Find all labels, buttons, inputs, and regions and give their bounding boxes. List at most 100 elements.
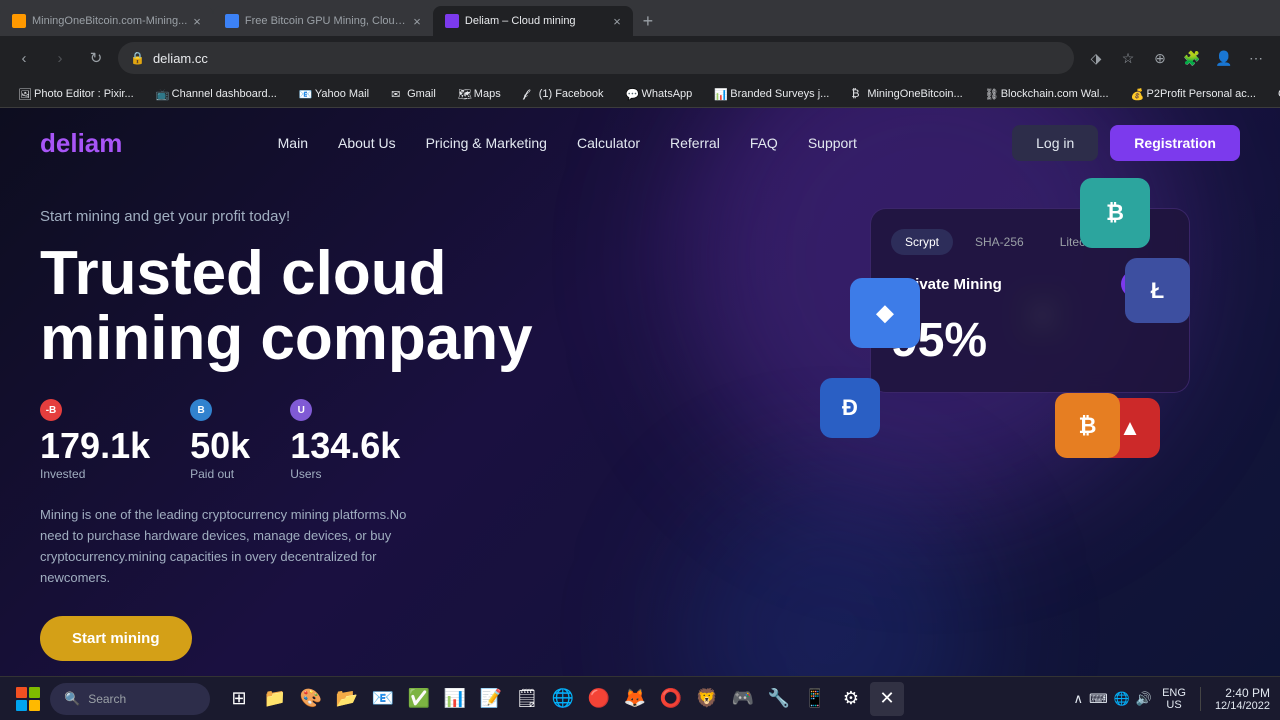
nav-pricing[interactable]: Pricing & Marketing — [426, 135, 547, 151]
bookmark-favicon: 💰 — [1131, 88, 1143, 100]
taskbar-search[interactable]: 🔍 Search — [50, 683, 210, 715]
register-button[interactable]: Registration — [1110, 125, 1240, 161]
stat-invested-icon: -B — [40, 399, 62, 421]
tab-1-close[interactable]: × — [193, 14, 201, 29]
taskbar-app-tool[interactable]: 🔧 — [762, 682, 796, 716]
new-tab-button[interactable]: + — [633, 6, 663, 36]
stat-paid-label: Paid out — [190, 467, 250, 481]
login-button[interactable]: Log in — [1012, 125, 1098, 161]
taskbar-app-extra2[interactable]: ⚙ — [834, 682, 868, 716]
stat-paid-icon: B — [190, 399, 212, 421]
taskbar-app-folder[interactable]: 📂 — [330, 682, 364, 716]
extensions-icon[interactable]: 🧩 — [1178, 44, 1206, 72]
bookmark-adsense[interactable]: G Google AdSense — [1270, 86, 1280, 102]
taskbar-app-widgets[interactable]: ⊞ — [222, 682, 256, 716]
bookmark-yahoo[interactable]: 📧 Yahoo Mail — [291, 86, 377, 102]
taskbar-app-brave[interactable]: 🦁 — [690, 682, 724, 716]
taskbar-app-chrome[interactable]: 🔴 — [582, 682, 616, 716]
stat-users: U 134.6k Users — [290, 399, 400, 481]
tab-1-title: MiningOneBitcoin.com-Mining... — [32, 15, 187, 27]
taskbar-app-opera[interactable]: ⭕ — [654, 682, 688, 716]
back-button[interactable]: ‹ — [10, 44, 38, 72]
bookmark-channel[interactable]: 📺 Channel dashboard... — [148, 86, 285, 102]
tab-1[interactable]: MiningOneBitcoin.com-Mining... × — [0, 6, 213, 36]
tab-3-close[interactable]: × — [613, 14, 621, 29]
taskbar-app-word[interactable]: 📝 — [474, 682, 508, 716]
tray-expand[interactable]: ∧ — [1073, 691, 1083, 707]
bookmark-p2profit[interactable]: 💰 P2Profit Personal ac... — [1123, 86, 1264, 102]
nav-calculator[interactable]: Calculator — [577, 135, 640, 151]
stat-users-icon: U — [290, 399, 312, 421]
nav-faq[interactable]: FAQ — [750, 135, 778, 151]
bookmark-facebook[interactable]: 𝓯 (1) Facebook — [515, 86, 612, 102]
taskbar-app-extra[interactable]: 📱 — [798, 682, 832, 716]
cast-icon[interactable]: ⬗ — [1082, 44, 1110, 72]
stat-invested-icons: -B — [40, 399, 150, 421]
forward-button[interactable]: › — [46, 44, 74, 72]
tray-keyboard[interactable]: ⌨ — [1089, 691, 1108, 707]
search-icon: 🔍 — [64, 691, 80, 707]
taskbar-app-tasks[interactable]: ✅ — [402, 682, 436, 716]
tab-2-close[interactable]: × — [413, 14, 421, 29]
bookmark-mining[interactable]: ₿ MiningOneBitcoin... — [843, 86, 970, 102]
language-indicator[interactable]: ENGUS — [1162, 687, 1186, 711]
bookmark-surveys[interactable]: 📊 Branded Surveys j... — [706, 86, 837, 102]
start-button[interactable] — [10, 681, 46, 717]
tab-2[interactable]: Free Bitcoin GPU Mining, Cloud... × — [213, 6, 433, 36]
settings-icon[interactable]: ⋯ — [1242, 44, 1270, 72]
bookmark-favicon: 📊 — [714, 88, 726, 100]
tray-divider — [1200, 687, 1201, 711]
tab-3[interactable]: Deliam – Cloud mining × — [433, 6, 633, 36]
tray-network[interactable]: 🌐 — [1114, 691, 1130, 707]
bookmark-favicon: 🖼 — [18, 88, 30, 100]
stats-row: -B 179.1k Invested B 50k Paid out U — [40, 399, 1240, 481]
tray-volume[interactable]: 🔊 — [1136, 691, 1152, 707]
tab-3-favicon — [445, 14, 459, 28]
tab-2-title: Free Bitcoin GPU Mining, Cloud... — [245, 15, 407, 27]
clock-time: 2:40 PM — [1215, 686, 1270, 700]
taskbar-app-edge[interactable]: 🌐 — [546, 682, 580, 716]
bookmark-photo-editor[interactable]: 🖼 Photo Editor : Pixir... — [10, 86, 142, 102]
start-mining-button[interactable]: Start mining — [40, 616, 192, 661]
nav-referral[interactable]: Referral — [670, 135, 720, 151]
hero-tagline: Start mining and get your profit today! — [40, 208, 1240, 225]
refresh-button[interactable]: ↻ — [82, 44, 110, 72]
taskbar-app-excel[interactable]: 📊 — [438, 682, 472, 716]
taskbar-app-close[interactable]: ✕ — [870, 682, 904, 716]
stat-paid-icons: B — [190, 399, 250, 421]
win-logo-blue — [16, 700, 27, 711]
bookmark-label: WhatsApp — [642, 88, 693, 100]
bookmark-label: Maps — [474, 88, 501, 100]
nav-support[interactable]: Support — [808, 135, 857, 151]
bookmark-favicon: 🗺 — [458, 88, 470, 100]
clock-area[interactable]: 2:40 PM 12/14/2022 — [1215, 686, 1270, 712]
address-bar[interactable]: 🔒 deliam.cc — [118, 42, 1074, 74]
bookmark-label: P2Profit Personal ac... — [1147, 88, 1256, 100]
profile-icon[interactable]: 👤 — [1210, 44, 1238, 72]
stat-users-icons: U — [290, 399, 400, 421]
site-logo[interactable]: deliam — [40, 128, 122, 159]
search-placeholder: Search — [88, 692, 126, 706]
taskbar-app-notes[interactable]: 🗒 — [510, 682, 544, 716]
win-logo-red — [16, 687, 27, 698]
nav-main[interactable]: Main — [278, 135, 308, 151]
tab-1-favicon — [12, 14, 26, 28]
tab-3-title: Deliam – Cloud mining — [465, 15, 607, 27]
hero-section: Start mining and get your profit today! … — [0, 178, 1280, 661]
stat-users-label: Users — [290, 467, 400, 481]
taskbar-app-paint[interactable]: 🎨 — [294, 682, 328, 716]
address-bar-row: ‹ › ↻ 🔒 deliam.cc ⬗ ☆ ⊕ 🧩 👤 ⋯ — [0, 36, 1280, 80]
taskbar-app-firefox[interactable]: 🦊 — [618, 682, 652, 716]
taskbar-app-gaming[interactable]: 🎮 — [726, 682, 760, 716]
taskbar-app-files[interactable]: 📁 — [258, 682, 292, 716]
edge-icon[interactable]: ⊕ — [1146, 44, 1174, 72]
bookmark-whatsapp[interactable]: 💬 WhatsApp — [618, 86, 701, 102]
bookmark-favicon: 📺 — [156, 88, 168, 100]
bookmark-gmail[interactable]: ✉ Gmail — [383, 86, 444, 102]
bookmark-icon[interactable]: ☆ — [1114, 44, 1142, 72]
nav-about[interactable]: About Us — [338, 135, 396, 151]
hero-title-line1: Trusted cloud — [40, 239, 446, 308]
bookmark-maps[interactable]: 🗺 Maps — [450, 86, 509, 102]
bookmark-blockchain[interactable]: ⛓ Blockchain.com Wal... — [977, 86, 1117, 102]
taskbar-app-email[interactable]: 📧 — [366, 682, 400, 716]
